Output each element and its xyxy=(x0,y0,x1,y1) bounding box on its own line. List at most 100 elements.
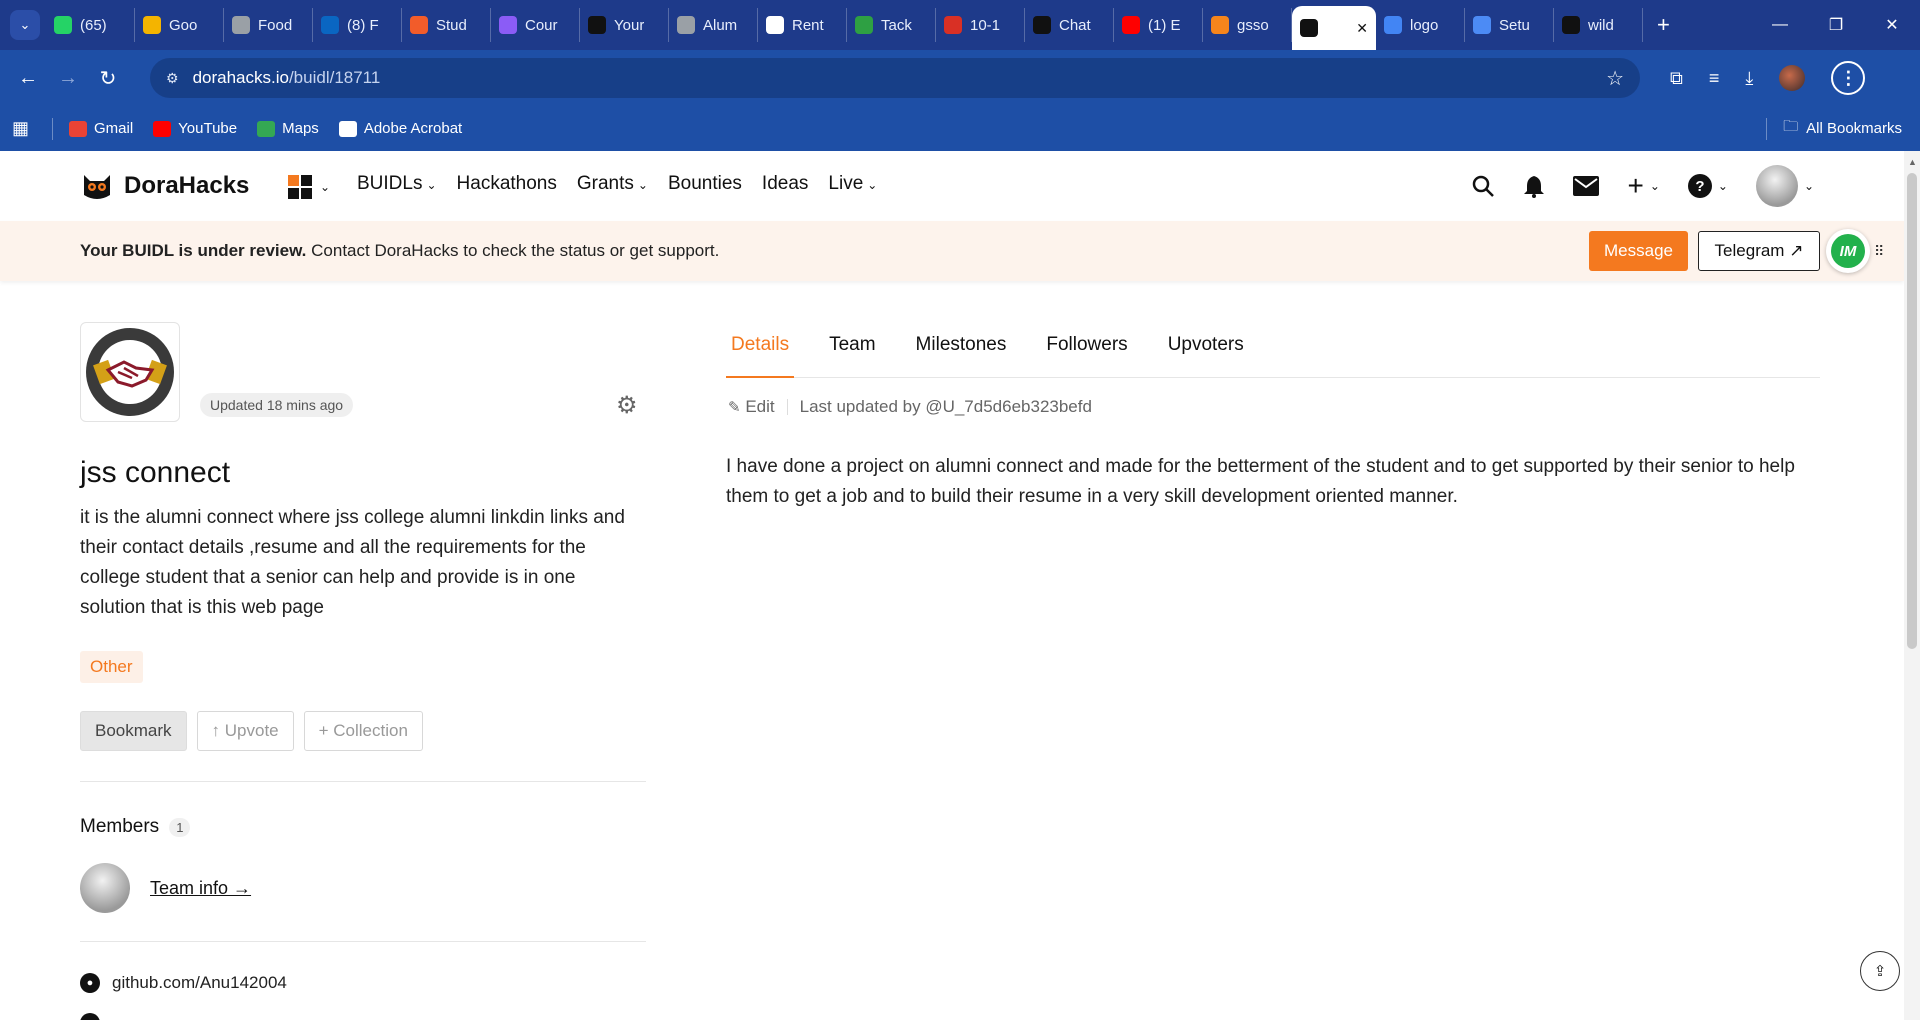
chevron-down-icon: ⌄ xyxy=(426,178,437,192)
nav-item-bounties[interactable]: Bounties xyxy=(668,173,742,195)
browser-tab[interactable]: (65) xyxy=(46,8,135,42)
category-tag[interactable]: Other xyxy=(80,651,143,683)
minimize-icon[interactable]: — xyxy=(1752,16,1808,34)
reload-icon[interactable]: ↻ xyxy=(88,66,128,91)
url-text[interactable]: dorahacks.io/buidl/18711 xyxy=(193,68,381,88)
telegram-button[interactable]: Telegram ↗ xyxy=(1698,231,1820,271)
chevron-down-icon: ⌄ xyxy=(1803,179,1814,193)
browser-menu-icon[interactable]: ⋮ xyxy=(1831,61,1866,95)
youtube-icon xyxy=(1122,16,1140,34)
tack-icon xyxy=(855,16,873,34)
mail-icon[interactable] xyxy=(1573,176,1600,196)
tab-details[interactable]: Details xyxy=(726,331,795,378)
tab-title: Goo xyxy=(169,16,198,34)
create-menu[interactable]: + ⌄ xyxy=(1627,170,1659,202)
metamask-icon xyxy=(1211,16,1229,34)
tab-milestones[interactable]: Milestones xyxy=(911,331,1012,378)
browser-tab[interactable]: (8) F xyxy=(313,8,402,42)
browser-tab[interactable]: Alum xyxy=(669,8,758,42)
im-chat-button[interactable]: IM xyxy=(1826,229,1870,273)
back-icon[interactable]: ← xyxy=(8,67,48,90)
bookmark-star-icon[interactable]: ☆ xyxy=(1606,66,1624,91)
tab-title: (1) E xyxy=(1148,16,1181,34)
share-icon[interactable]: ⇪ xyxy=(1860,951,1900,991)
message-button[interactable]: Message xyxy=(1589,231,1688,271)
course-icon xyxy=(499,16,517,34)
page-scrollbar[interactable]: ▲ xyxy=(1904,151,1920,1020)
tab-followers[interactable]: Followers xyxy=(1041,331,1132,378)
browser-tab[interactable]: Tack xyxy=(847,8,936,42)
download-icon[interactable]: ⤓ xyxy=(1745,68,1753,89)
github-link-row[interactable]: ● github.com/Anu142004 xyxy=(80,973,287,993)
restore-icon[interactable]: ❐ xyxy=(1808,15,1864,35)
brand-name: DoraHacks xyxy=(124,172,250,199)
products-menu[interactable]: ⌄ xyxy=(288,175,330,199)
search-icon[interactable] xyxy=(1471,174,1495,198)
browser-tab[interactable]: 10-1 xyxy=(936,8,1025,42)
settings-gear-icon[interactable]: ⚙ xyxy=(616,391,638,420)
user-avatar xyxy=(1755,165,1798,207)
site-info-icon[interactable]: ⚙ xyxy=(166,70,179,87)
edit-button[interactable]: ✎ Edit xyxy=(728,397,775,417)
close-tab-icon[interactable]: ✕ xyxy=(1356,20,1368,37)
browser-tab[interactable]: logo xyxy=(1376,8,1465,42)
chevron-down-icon: ⌄ xyxy=(637,178,648,192)
user-menu[interactable]: ⌄ xyxy=(1755,165,1814,207)
tab-team[interactable]: Team xyxy=(824,331,880,378)
new-tab-button[interactable]: + xyxy=(1657,12,1670,38)
nav-item-hackathons[interactable]: Hackathons xyxy=(457,173,557,195)
chevron-down-icon: ⌄ xyxy=(867,178,878,192)
omnibox[interactable]: ⚙ dorahacks.io/buidl/18711 ☆ xyxy=(150,58,1640,98)
browser-tab[interactable]: Setu xyxy=(1465,8,1554,42)
media-controls-icon[interactable]: ≡ xyxy=(1709,68,1720,89)
browser-tab[interactable]: (1) E xyxy=(1114,8,1203,42)
pencil-icon: ✎ xyxy=(728,399,741,416)
tab-title: Cour xyxy=(525,16,558,34)
project-description: it is the alumni connect where jss colle… xyxy=(80,507,625,618)
help-icon: ? xyxy=(1687,174,1712,198)
browser-tab[interactable]: Stud xyxy=(402,8,491,42)
nav-item-buidls[interactable]: BUIDLs ⌄ xyxy=(357,173,437,195)
all-bookmarks[interactable]: 🗀 All Bookmarks xyxy=(1766,116,1902,141)
scrollbar-thumb[interactable] xyxy=(1907,173,1917,649)
browser-tab[interactable]: Chat xyxy=(1025,8,1114,42)
upvote-button[interactable]: ↑ Upvote xyxy=(196,711,294,751)
nav-label: Bounties xyxy=(667,173,742,194)
bookmark-label: Gmail xyxy=(94,120,134,137)
tab-upvoters[interactable]: Upvoters xyxy=(1163,331,1249,378)
tab-title: wild xyxy=(1588,16,1614,34)
member-avatar[interactable] xyxy=(80,863,130,913)
browser-tab[interactable]: Rent xyxy=(758,8,847,42)
browser-tab[interactable]: Goo xyxy=(135,8,224,42)
bookmark-item[interactable]: YouTube xyxy=(153,120,237,137)
dorahacks-logo[interactable]: DoraHacks xyxy=(80,169,249,203)
browser-tab[interactable]: gsso xyxy=(1203,8,1292,42)
drag-handle-icon[interactable]: ⠿ xyxy=(1874,243,1884,260)
apps-grid-icon[interactable]: ▦ xyxy=(12,118,52,139)
google-icon xyxy=(1384,16,1402,34)
close-window-icon[interactable]: ✕ xyxy=(1864,15,1920,35)
add-collection-button[interactable]: + Collection xyxy=(303,711,423,751)
bookmark-item[interactable]: Gmail xyxy=(69,120,133,137)
team-info-link[interactable]: Team info → xyxy=(150,878,251,899)
browser-tab[interactable]: Cour xyxy=(491,8,580,42)
help-menu[interactable]: ? ⌄ xyxy=(1687,174,1728,198)
tab-search-button[interactable]: ⌄ xyxy=(10,10,40,40)
scroll-up-icon[interactable]: ▲ xyxy=(1908,157,1917,167)
browser-tab[interactable]: wild xyxy=(1554,8,1643,42)
bookmark-item[interactable]: Maps xyxy=(257,120,319,137)
forward-icon[interactable]: → xyxy=(48,67,88,90)
divider xyxy=(80,781,646,782)
browser-tab[interactable]: Your xyxy=(580,8,669,42)
github-link[interactable]: github.com/Anu142004 xyxy=(112,973,287,993)
extensions-icon[interactable]: ⧉ xyxy=(1670,68,1683,89)
profile-avatar[interactable] xyxy=(1779,65,1806,91)
notification-bell-icon[interactable] xyxy=(1523,174,1545,198)
browser-tab[interactable]: ✕ xyxy=(1292,6,1376,50)
browser-tab[interactable]: Food xyxy=(224,8,313,42)
bookmark-item[interactable]: Adobe Acrobat xyxy=(338,120,462,137)
nav-item-live[interactable]: Live ⌄ xyxy=(828,173,877,195)
bookmark-button[interactable]: Bookmark xyxy=(80,711,187,751)
nav-item-grants[interactable]: Grants ⌄ xyxy=(577,173,648,195)
nav-item-ideas[interactable]: Ideas xyxy=(762,173,808,195)
